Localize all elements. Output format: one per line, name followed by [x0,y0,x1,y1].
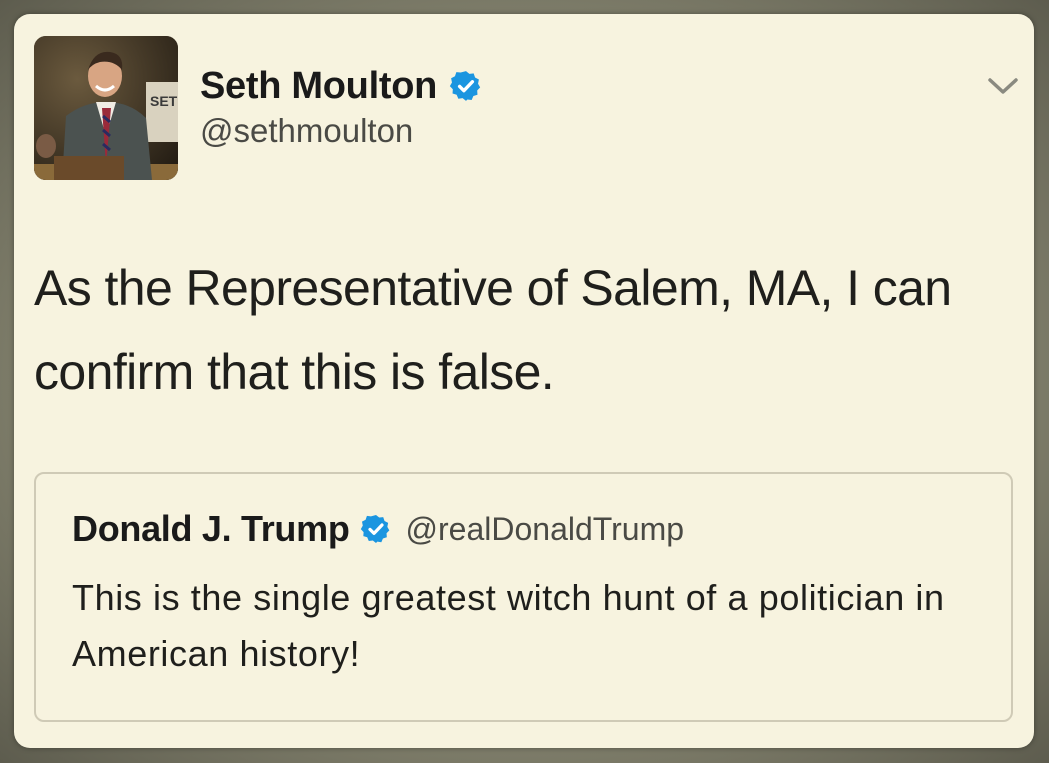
author-handle[interactable]: @sethmoulton [200,112,413,150]
quoted-tweet-text: This is the single greatest witch hunt o… [72,577,945,674]
author-row: Seth Moulton [200,65,483,108]
tweet-card: SET Seth Moulton @sethmoulton As the Rep [14,14,1034,748]
quoted-author-name: Donald J. Trump [72,508,350,549]
chevron-down-icon[interactable] [986,74,1020,98]
avatar-photo: SET [34,36,178,180]
avatar-sign-text: SET [150,93,178,109]
quoted-tweet[interactable]: Donald J. Trump @realDonaldTrump This is… [34,472,1013,722]
quoted-tweet-header: Donald J. Trump @realDonaldTrump [72,508,684,550]
quoted-author-handle: @realDonaldTrump [405,510,685,547]
verified-badge-icon [360,513,392,545]
verified-badge-icon [449,69,483,103]
author-name[interactable]: Seth Moulton [200,65,437,108]
avatar[interactable]: SET [34,36,178,180]
tweet-text: As the Representative of Salem, MA, I ca… [34,260,952,400]
